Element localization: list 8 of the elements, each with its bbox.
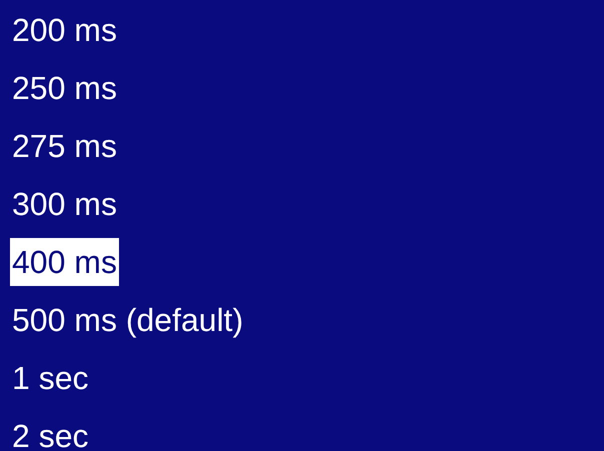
list-option[interactable]: 200 ms	[10, 6, 119, 54]
list-option[interactable]: 1 sec	[10, 354, 90, 402]
list-option[interactable]: 400 ms	[10, 238, 119, 286]
list-option[interactable]: 275 ms	[10, 122, 119, 170]
list-option[interactable]: 500 ms (default)	[10, 296, 246, 344]
list-option[interactable]: 250 ms	[10, 64, 119, 112]
list-option[interactable]: 300 ms	[10, 180, 119, 228]
list-option[interactable]: 2 sec	[10, 412, 90, 451]
